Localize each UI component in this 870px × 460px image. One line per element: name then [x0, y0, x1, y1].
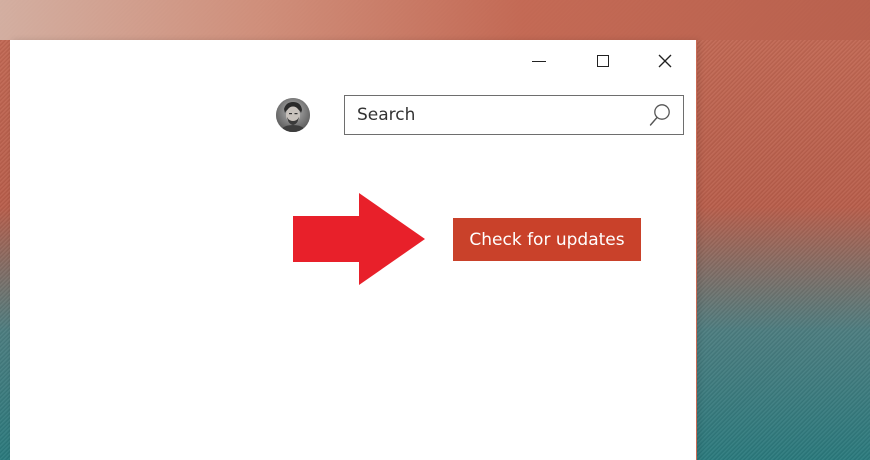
- maximize-icon: [597, 55, 609, 67]
- app-window: Check for updates: [10, 40, 697, 460]
- minimize-icon: [532, 60, 546, 62]
- desktop-top-band: [0, 0, 870, 40]
- avatar-image: [276, 98, 310, 132]
- red-arrow-right-icon: [293, 193, 425, 285]
- user-avatar[interactable]: [276, 98, 310, 132]
- maximize-button[interactable]: [580, 44, 626, 78]
- close-button[interactable]: [642, 44, 688, 78]
- minimize-button[interactable]: [516, 44, 562, 78]
- check-for-updates-button[interactable]: Check for updates: [453, 218, 641, 261]
- search-icon[interactable]: [649, 103, 671, 127]
- close-icon: [658, 54, 672, 68]
- search-box[interactable]: [344, 95, 684, 135]
- search-input[interactable]: [345, 96, 647, 133]
